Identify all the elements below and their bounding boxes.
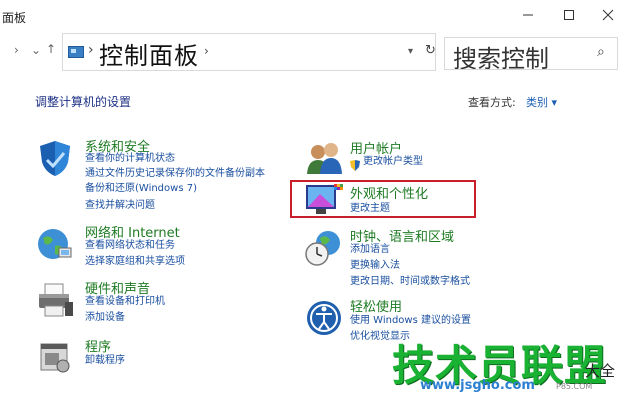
page-heading: 调整计算机的设置 — [35, 95, 132, 109]
link-troubleshoot[interactable]: 查找并解决问题 — [85, 199, 155, 213]
refresh-icon[interactable]: ↻ — [425, 43, 436, 58]
link-uninstall-program[interactable]: 卸载程序 — [85, 354, 125, 368]
close-button[interactable] — [595, 4, 621, 26]
address-bar[interactable]: › 控制面板 › ▾ ↻ — [62, 33, 436, 71]
watermark-url: www.jsgho.com — [420, 378, 535, 393]
clock-globe-icon[interactable] — [304, 228, 344, 268]
link-devices-printers[interactable]: 查看设备和打印机 — [85, 295, 165, 309]
view-by-label: 查看方式: — [468, 96, 516, 109]
view-by-dropdown[interactable]: 类别 ▾ — [526, 94, 557, 110]
link-backup-restore[interactable]: 备份和还原(Windows 7) — [85, 182, 197, 196]
link-change-account-type[interactable]: 更改帐户类型 — [363, 155, 423, 169]
link-change-input-method[interactable]: 更换输入法 — [350, 259, 400, 273]
uac-shield-icon — [350, 156, 360, 171]
link-add-device[interactable]: 添加设备 — [85, 311, 125, 325]
programs-icon[interactable] — [35, 336, 75, 376]
highlight-box — [290, 180, 476, 218]
link-homegroup-sharing[interactable]: 选择家庭组和共享选项 — [85, 255, 185, 269]
link-view-computer-status[interactable]: 查看你的计算机状态 — [85, 152, 175, 166]
link-add-language[interactable]: 添加语言 — [350, 243, 390, 257]
up-button[interactable]: ↑ — [46, 42, 56, 56]
link-windows-recommended-settings[interactable]: 使用 Windows 建议的设置 — [350, 314, 471, 328]
back-button[interactable]: › — [14, 43, 19, 57]
close-icon — [602, 9, 614, 21]
window-title: 面板 — [2, 11, 27, 25]
address-separator: › — [88, 42, 94, 58]
link-file-history-backup[interactable]: 通过文件历史记录保存你的文件备份副本 — [85, 167, 265, 181]
link-change-date-time-format[interactable]: 更改日期、时间或数字格式 — [350, 275, 470, 289]
network-globe-icon[interactable] — [35, 224, 75, 264]
recent-locations-button[interactable]: ⌄ — [31, 43, 41, 57]
watermark-side-text: 大全 — [585, 362, 616, 380]
control-panel-icon — [68, 46, 84, 58]
category-programs[interactable]: 程序 — [85, 336, 111, 355]
security-shield-icon[interactable] — [35, 138, 75, 178]
search-icon[interactable]: ⌕ — [597, 44, 605, 60]
printer-icon[interactable] — [35, 280, 75, 320]
maximize-button[interactable] — [556, 4, 582, 26]
search-box[interactable]: 搜索控制 ⌕ — [444, 37, 618, 70]
minimize-button[interactable] — [515, 4, 541, 26]
address-dropdown-icon[interactable]: ▾ — [408, 46, 413, 57]
search-input[interactable]: 搜索控制 — [453, 39, 549, 69]
maximize-icon — [564, 10, 574, 20]
minimize-icon — [523, 14, 533, 16]
link-network-status[interactable]: 查看网络状态和任务 — [85, 239, 175, 253]
category-ease-of-access[interactable]: 轻松使用 — [350, 296, 402, 315]
ease-of-access-icon[interactable] — [304, 298, 344, 338]
address-title[interactable]: 控制面板 — [99, 36, 199, 71]
address-trailing-chevron[interactable]: › — [204, 44, 209, 58]
watermark-small-text: P85.COM — [556, 382, 593, 391]
users-icon[interactable] — [304, 138, 344, 178]
